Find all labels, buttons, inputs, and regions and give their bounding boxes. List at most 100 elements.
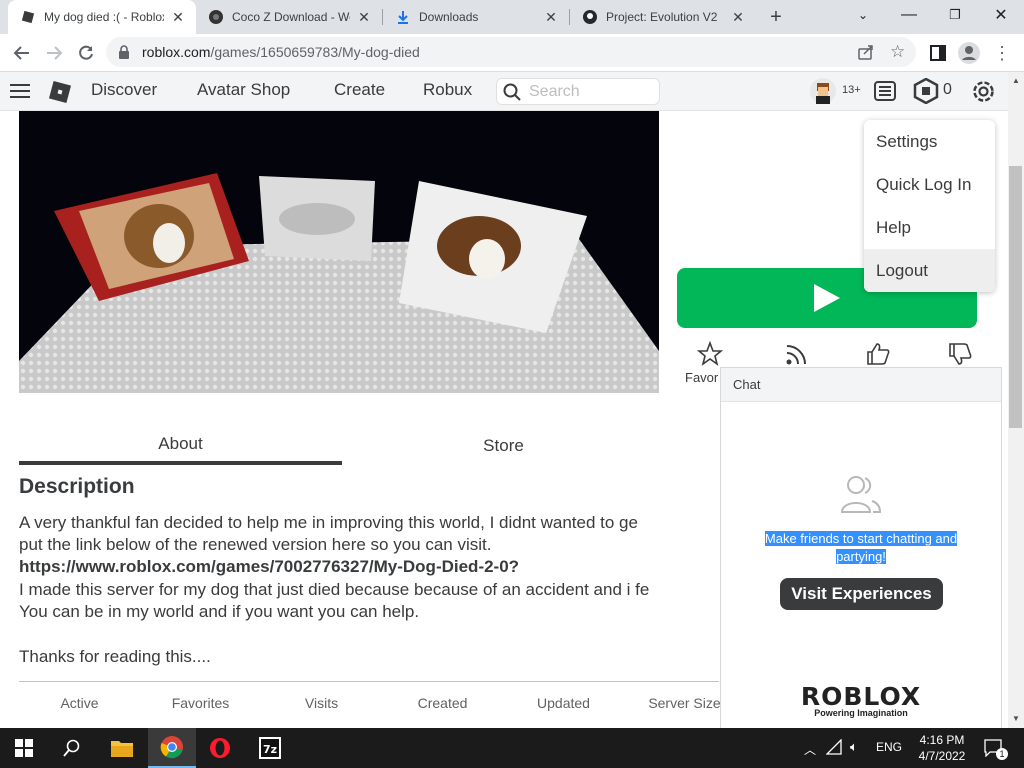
browser-tab-roblox[interactable]: My dog died :( - Roblox ✕ [8,0,196,34]
browser-tab-coco[interactable]: Coco Z Download - Web ✕ [196,0,382,34]
tab-about[interactable]: About [19,427,342,465]
search-placeholder: Search [529,82,580,100]
search-input[interactable]: Search [496,78,660,105]
share-icon[interactable] [858,44,874,63]
chat-empty-message-text: Make friends to start chatting and party… [764,531,958,564]
thumbs-down-icon[interactable] [940,339,980,369]
side-panel-icon[interactable] [926,41,950,65]
nav-link-avatar-shop[interactable]: Avatar Shop [197,80,290,100]
menu-item-settings[interactable]: Settings [864,120,995,163]
tab-title: Project: Evolution V2 [606,10,718,24]
opera-icon[interactable] [196,728,244,768]
friends-icon [839,472,883,521]
thumbs-up-icon[interactable] [858,339,898,369]
more-vertical-icon[interactable]: ⋮ [990,41,1014,65]
bookmark-star-icon[interactable]: ☆ [890,42,905,62]
description-link[interactable]: https://www.roblox.com/games/7002776327/… [19,557,519,577]
windows-taskbar: 7z ︿ 🔈︎ ENG 4:16 PM 4/7/2022 1 [0,728,1024,768]
scrollbar-thumb[interactable] [1009,166,1022,428]
seven-zip-icon[interactable]: 7z [246,728,294,768]
chat-empty-message: Make friends to start chatting and party… [761,530,961,566]
stat-label-updated: Updated [537,695,590,711]
back-arrow-icon[interactable] [10,41,34,65]
network-icon[interactable] [825,738,842,760]
file-explorer-icon[interactable] [98,728,146,768]
tab-title: My dog died :( - Roblox [44,10,164,24]
roblox-tagline: Powering Imagination [814,708,908,718]
menu-item-quick-log-in[interactable]: Quick Log In [864,163,995,206]
windows-start-icon[interactable] [0,728,48,768]
forward-arrow-icon[interactable] [42,41,66,65]
minimize-icon[interactable]: — [886,0,932,30]
hamburger-menu-icon[interactable] [10,82,30,105]
profile-avatar-icon[interactable] [957,41,981,65]
description-line: put the link below of the renewed versio… [19,535,492,554]
description-line: A very thankful fan decided to help me i… [19,513,638,532]
close-tab-icon[interactable]: ✕ [170,9,186,25]
play-icon [814,284,840,312]
coco-favicon-icon [208,9,224,25]
chat-header[interactable]: Chat [721,368,1001,402]
nav-link-robux[interactable]: Robux [423,80,472,100]
stats-divider [19,681,719,682]
close-tab-icon[interactable]: ✕ [356,9,372,25]
robux-icon[interactable] [913,77,939,109]
clock-time: 4:16 PM [919,733,965,747]
tray-chevron-up-icon[interactable]: ︿ [804,741,816,758]
follow-feed-icon[interactable] [777,339,817,369]
game-thumbnail[interactable] [19,111,659,393]
browser-tab-project-evolution[interactable]: Project: Evolution V2 ✕ [570,0,756,34]
age-badge: 13+ [842,84,861,96]
close-tab-icon[interactable]: ✕ [730,9,746,25]
menu-item-logout[interactable]: Logout [864,249,995,292]
clock-date: 4/7/2022 [918,749,966,763]
menu-item-help[interactable]: Help [864,206,995,249]
reload-icon[interactable] [74,41,98,65]
scroll-up-arrow-icon[interactable]: ▲ [1012,76,1020,85]
close-window-icon[interactable]: ✕ [978,0,1024,30]
scroll-down-arrow-icon[interactable]: ▼ [1012,714,1020,723]
lock-icon[interactable] [118,45,130,62]
tab-store[interactable]: Store [342,427,665,465]
settings-dropdown: Settings Quick Log In Help Logout [864,120,995,292]
user-avatar[interactable] [810,78,836,109]
settings-gear-icon[interactable] [970,78,997,110]
browser-toolbar: roblox.com/games/1650659783/My-dog-died … [0,34,1024,72]
stat-label-favorites: Favorites [171,695,230,711]
description-line: I made this server for my dog that just … [19,580,650,599]
browser-tab-downloads[interactable]: Downloads ✕ [383,0,569,34]
nav-link-create[interactable]: Create [334,80,385,100]
thumbnail-scene [19,111,659,393]
language-indicator[interactable]: ENG [876,740,902,754]
restore-icon[interactable]: ❐ [932,0,978,30]
search-icon[interactable] [48,728,96,768]
game-tabs: About Store [19,427,719,465]
close-tab-icon[interactable]: ✕ [543,9,559,25]
stat-label-visits: Visits [304,695,339,711]
description-line: You can be in my world and if you want y… [19,602,420,621]
stat-label-created: Created [417,695,468,711]
nav-link-discover[interactable]: Discover [91,80,157,100]
system-clock[interactable]: 4:16 PM 4/7/2022 [912,732,972,764]
url-path: /games/1650659783/My-dog-died [210,44,420,60]
volume-icon[interactable]: 🔈︎ [850,739,858,755]
chrome-taskbar-icon[interactable] [148,728,196,768]
search-icon [503,83,521,106]
notification-count-badge: 1 [996,748,1008,760]
roblox-navbar: Discover Avatar Shop Create Robux Search… [0,72,1008,111]
notifications-list-icon[interactable] [873,79,897,108]
roblox-favicon-icon [20,9,36,25]
new-tab-plus-icon[interactable]: + [764,5,788,29]
visit-experiences-button[interactable]: Visit Experiences [780,578,943,610]
favorite-star-icon[interactable] [690,339,730,369]
download-icon [395,9,411,25]
stat-label-active: Active [60,695,99,711]
tab-title: Coco Z Download - Web [232,10,350,24]
robux-count: 0 [943,81,952,98]
roblox-logo-icon[interactable] [48,80,72,109]
tab-search-chevron-icon[interactable]: ⌄ [840,0,886,30]
description-line: Thanks for reading this.... [19,647,211,666]
chat-panel: Chat Make friends to start chatting and … [720,367,1002,728]
address-bar[interactable]: roblox.com/games/1650659783/My-dog-died … [106,37,916,67]
url-host: roblox.com [142,44,211,60]
